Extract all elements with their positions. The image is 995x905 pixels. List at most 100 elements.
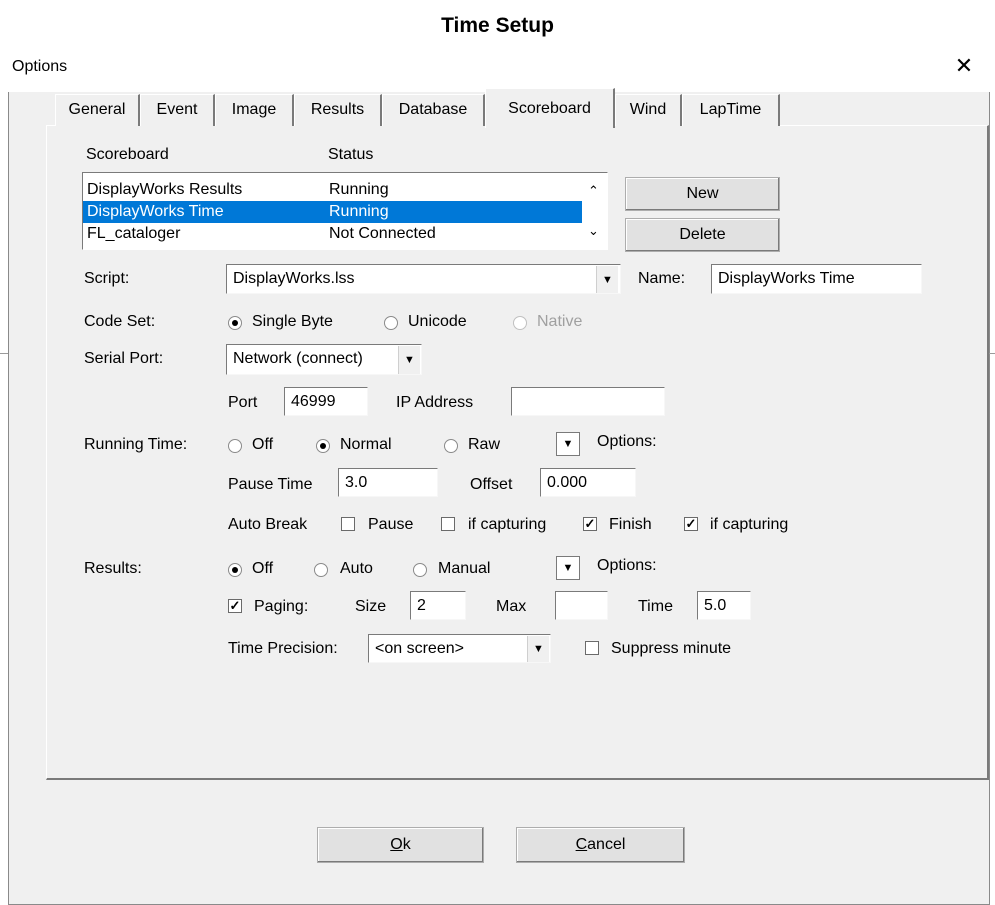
results-option-label: Off xyxy=(252,560,274,577)
paging-label: Paging: xyxy=(254,598,309,615)
finish-checkbox[interactable]: ✓ xyxy=(583,517,597,531)
results-radio-manual[interactable] xyxy=(413,563,427,577)
close-icon[interactable]: ✕ xyxy=(950,52,978,80)
list-item-status: Running xyxy=(329,203,389,220)
ok-mnemonic: O xyxy=(390,836,403,853)
code-set-radio-single-byte[interactable] xyxy=(228,316,242,330)
results-radio-off[interactable] xyxy=(228,563,242,577)
scoreboard-list[interactable]: DisplayWorks Results Running DisplayWork… xyxy=(82,172,608,250)
list-item-name: DisplayWorks Time xyxy=(87,203,224,220)
divider-right xyxy=(989,353,995,354)
offset-input[interactable]: 0.000 xyxy=(540,468,636,497)
list-item[interactable]: DisplayWorks Results Running xyxy=(83,179,607,201)
list-scrollbar[interactable]: ⌃ ⌄ xyxy=(582,173,607,249)
pause-time-input[interactable]: 3.0 xyxy=(338,468,438,497)
tab-database[interactable]: Database xyxy=(382,94,485,126)
tab-results[interactable]: Results xyxy=(294,94,382,126)
scroll-down-icon[interactable]: ⌄ xyxy=(588,223,599,239)
serial-port-label: Serial Port: xyxy=(84,350,164,367)
chevron-down-icon[interactable]: ▼ xyxy=(596,266,618,293)
size-input[interactable]: 2 xyxy=(410,591,466,620)
page-title: Time Setup xyxy=(441,14,554,37)
results-options-dropdown[interactable]: ▼ xyxy=(556,556,580,580)
tab-general[interactable]: General xyxy=(55,94,140,126)
pause-time-label: Pause Time xyxy=(228,476,313,493)
scroll-up-icon[interactable]: ⌃ xyxy=(588,183,599,199)
results-label: Results: xyxy=(84,560,142,577)
list-item-selected[interactable]: DisplayWorks Time Running xyxy=(83,201,583,223)
list-item-name: DisplayWorks Results xyxy=(87,181,243,198)
script-label: Script: xyxy=(84,270,130,287)
new-button[interactable]: New xyxy=(625,177,780,211)
running-time-radio-off[interactable] xyxy=(228,439,242,453)
tab-wind[interactable]: Wind xyxy=(615,94,682,126)
max-input[interactable] xyxy=(555,591,608,620)
title-bar xyxy=(8,42,990,92)
if-capturing-checkbox-2[interactable]: ✓ xyxy=(684,517,698,531)
time-precision-label: Time Precision: xyxy=(228,640,338,657)
if-capturing-checkbox-1[interactable] xyxy=(441,517,455,531)
list-item-name: FL_cataloger xyxy=(87,225,181,242)
paging-checkbox[interactable]: ✓ xyxy=(228,599,242,613)
time-label: Time xyxy=(638,598,673,615)
running-time-options-label: Options: xyxy=(597,433,657,450)
suppress-minute-checkbox[interactable] xyxy=(585,641,599,655)
running-time-options-dropdown[interactable]: ▼ xyxy=(556,432,580,456)
code-set-option-label-disabled: Native xyxy=(537,313,583,330)
max-label: Max xyxy=(496,598,527,615)
serial-port-select[interactable]: Network (connect) xyxy=(226,344,422,375)
delete-button[interactable]: Delete xyxy=(625,218,780,252)
divider-left xyxy=(0,353,8,354)
time-precision-value: <on screen> xyxy=(375,640,464,657)
cancel-button[interactable]: Cancel xyxy=(516,827,685,863)
offset-label: Offset xyxy=(470,476,513,493)
results-radio-auto[interactable] xyxy=(314,563,328,577)
running-time-radio-raw[interactable] xyxy=(444,439,458,453)
results-options-label: Options: xyxy=(597,557,657,574)
size-label: Size xyxy=(355,598,387,615)
running-time-label: Running Time: xyxy=(84,436,188,453)
if-capturing-label-1: if capturing xyxy=(468,516,547,533)
name-input[interactable]: DisplayWorks Time xyxy=(711,264,922,294)
finish-checkbox-label: Finish xyxy=(609,516,652,533)
if-capturing-label-2: if capturing xyxy=(710,516,789,533)
tab-event[interactable]: Event xyxy=(140,94,215,126)
pause-checkbox-label: Pause xyxy=(368,516,414,533)
chevron-down-icon[interactable]: ▼ xyxy=(398,346,420,374)
column-header-scoreboard: Scoreboard xyxy=(86,146,169,163)
chevron-down-icon[interactable]: ▼ xyxy=(527,636,549,662)
column-header-status: Status xyxy=(328,146,374,163)
script-value: DisplayWorks.lss xyxy=(233,270,355,287)
running-time-option-label: Raw xyxy=(468,436,501,453)
code-set-option-label: Unicode xyxy=(408,313,467,330)
results-option-label: Auto xyxy=(340,560,373,577)
ip-address-input[interactable] xyxy=(511,387,665,416)
running-time-radio-normal[interactable] xyxy=(316,439,330,453)
code-set-radio-unicode[interactable] xyxy=(384,316,398,330)
port-label: Port xyxy=(228,394,258,411)
ok-label: k xyxy=(402,836,411,853)
running-time-option-label: Normal xyxy=(340,436,392,453)
code-set-label: Code Set: xyxy=(84,313,156,330)
port-input[interactable]: 46999 xyxy=(284,387,368,416)
list-item-status: Not Connected xyxy=(329,225,436,242)
list-item-status: Running xyxy=(329,181,389,198)
time-precision-select[interactable]: <on screen> xyxy=(368,634,551,663)
list-item[interactable]: FL_cataloger Not Connected xyxy=(83,223,607,245)
tab-scoreboard[interactable]: Scoreboard xyxy=(485,88,615,128)
script-select[interactable]: DisplayWorks.lss xyxy=(226,264,621,294)
window-title: Options xyxy=(12,58,68,75)
running-time-option-label: Off xyxy=(252,436,274,453)
ip-address-label: IP Address xyxy=(396,394,474,411)
time-input[interactable]: 5.0 xyxy=(697,591,751,620)
results-option-label: Manual xyxy=(438,560,491,577)
pause-checkbox[interactable] xyxy=(341,517,355,531)
ok-button[interactable]: Ok xyxy=(317,827,484,863)
tab-laptime[interactable]: LapTime xyxy=(682,94,780,126)
cancel-label: ancel xyxy=(587,836,626,853)
suppress-minute-label: Suppress minute xyxy=(611,640,732,657)
serial-port-value: Network (connect) xyxy=(233,350,363,367)
tab-image[interactable]: Image xyxy=(215,94,294,126)
auto-break-label: Auto Break xyxy=(228,516,308,533)
code-set-radio-native xyxy=(513,316,527,330)
